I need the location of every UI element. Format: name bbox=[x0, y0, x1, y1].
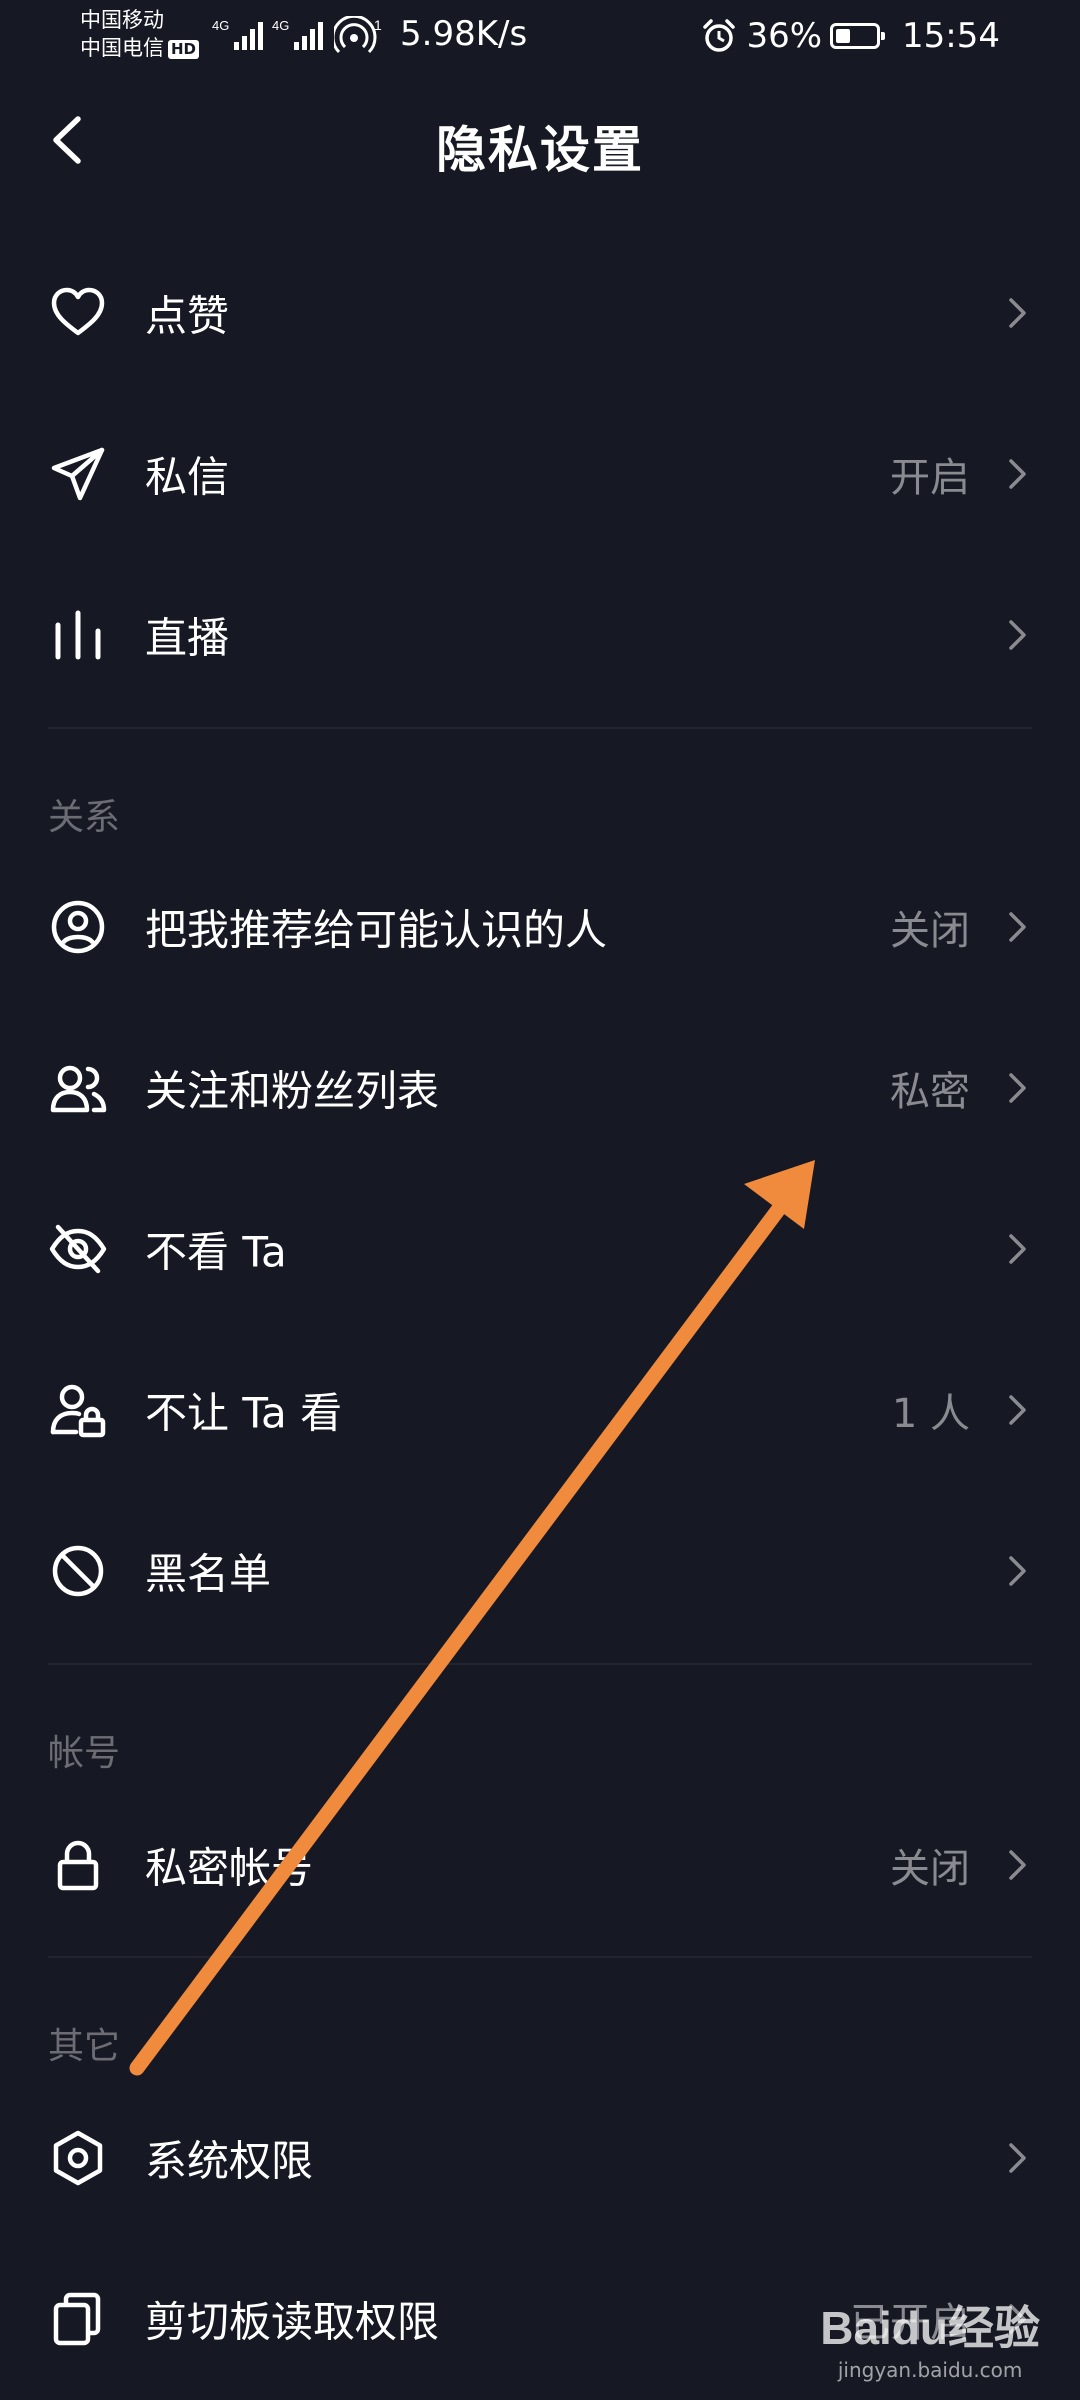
section-other: 其它 bbox=[48, 2026, 121, 2067]
clock: 15:54 bbox=[902, 16, 1000, 56]
row-likes[interactable]: 点赞 bbox=[0, 233, 1080, 393]
carrier-info: 中国移动 中国电信 HD bbox=[80, 6, 200, 62]
row-messages[interactable]: 私信 开启 bbox=[0, 394, 1080, 554]
row-live[interactable]: 直播 bbox=[0, 555, 1080, 715]
battery-icon bbox=[830, 23, 886, 49]
battery-percent: 36% bbox=[746, 16, 823, 56]
chevron-right-icon bbox=[1009, 1234, 1026, 1264]
row-label: 直播 bbox=[145, 613, 230, 663]
row-dont-let-see[interactable]: 不让 Ta 看 1 人 bbox=[0, 1330, 1080, 1490]
row-label: 黑名单 bbox=[145, 1549, 272, 1599]
page-title: 隐私设置 bbox=[436, 121, 644, 179]
network-2: 4G bbox=[272, 18, 289, 33]
row-blacklist[interactable]: 黑名单 bbox=[0, 1491, 1080, 1651]
row-dont-see[interactable]: 不看 Ta bbox=[0, 1169, 1080, 1329]
row-recommend[interactable]: 把我推荐给可能认识的人 关闭 bbox=[0, 847, 1080, 1007]
hotspot-icon: 1 bbox=[334, 16, 382, 54]
baidu-watermark: Baidu经验 jingyan.baidu.com bbox=[820, 2292, 1040, 2382]
chevron-right-icon bbox=[1009, 1850, 1026, 1880]
chevron-right-icon bbox=[1009, 459, 1026, 489]
heart-icon bbox=[51, 287, 105, 336]
row-label: 不让 Ta 看 bbox=[145, 1388, 343, 1438]
block-icon bbox=[52, 1545, 104, 1597]
chevron-right-icon bbox=[1009, 1556, 1026, 1586]
divider bbox=[48, 1663, 1032, 1665]
row-label: 把我推荐给可能认识的人 bbox=[145, 905, 608, 955]
live-bars-icon bbox=[55, 610, 101, 660]
row-value: 1 人 bbox=[891, 1391, 970, 1437]
header: 隐私设置 bbox=[0, 80, 1080, 200]
divider bbox=[48, 727, 1032, 729]
chevron-right-icon bbox=[1009, 1073, 1026, 1103]
watermark-url: jingyan.baidu.com bbox=[837, 2358, 1023, 2382]
row-label: 私信 bbox=[145, 452, 230, 502]
row-value: 私密 bbox=[890, 1069, 970, 1115]
net-speed: 5.98K/s bbox=[400, 14, 528, 54]
status-right: 36% 15:54 bbox=[700, 14, 1000, 58]
chevron-right-icon bbox=[1009, 620, 1026, 650]
row-label: 点赞 bbox=[145, 291, 230, 341]
hd-badge: HD bbox=[168, 39, 200, 59]
chevron-right-icon bbox=[1009, 2143, 1026, 2173]
hotspot-count: 1 bbox=[374, 17, 382, 33]
chevron-right-icon bbox=[1009, 298, 1026, 328]
row-private-account[interactable]: 私密帐号 关闭 bbox=[0, 1785, 1080, 1945]
row-label: 不看 Ta bbox=[145, 1227, 287, 1277]
divider bbox=[48, 1956, 1032, 1958]
network-1: 4G bbox=[212, 18, 229, 33]
row-value: 开启 bbox=[890, 455, 970, 501]
chevron-right-icon bbox=[1009, 1395, 1026, 1425]
row-system-permissions[interactable]: 系统权限 bbox=[0, 2078, 1080, 2238]
row-label: 系统权限 bbox=[145, 2136, 314, 2186]
chevron-right-icon bbox=[1009, 912, 1026, 942]
user-lock-icon bbox=[50, 1384, 106, 1438]
watermark-logo: Baidu经验 bbox=[820, 2302, 1040, 2354]
users-icon bbox=[50, 1065, 107, 1113]
send-icon bbox=[51, 447, 105, 501]
clipboard-icon bbox=[53, 2292, 101, 2346]
status-bar: 中国移动 中国电信 HD 4G 4G 1 5.98K/s 36% 15:54 bbox=[0, 0, 1080, 80]
lock-icon bbox=[57, 1840, 99, 1891]
row-label: 剪切板读取权限 bbox=[145, 2297, 440, 2347]
hexagon-settings-icon bbox=[53, 2130, 103, 2186]
carrier-1: 中国移动 bbox=[80, 8, 164, 32]
carrier-2: 中国电信 bbox=[80, 36, 164, 60]
user-circle-icon bbox=[51, 900, 105, 954]
row-label: 关注和粉丝列表 bbox=[145, 1066, 440, 1116]
signal-icon-1: 4G bbox=[212, 18, 263, 50]
row-label: 私密帐号 bbox=[145, 1843, 314, 1893]
signal-icon-2: 4G bbox=[272, 18, 323, 50]
eye-off-icon bbox=[49, 1224, 107, 1274]
alarm-icon bbox=[703, 19, 736, 52]
row-value: 关闭 bbox=[890, 1846, 970, 1892]
row-value: 关闭 bbox=[890, 908, 970, 954]
section-account: 帐号 bbox=[48, 1733, 121, 1774]
row-follow-list[interactable]: 关注和粉丝列表 私密 bbox=[0, 1008, 1080, 1168]
section-relations: 关系 bbox=[48, 797, 121, 838]
